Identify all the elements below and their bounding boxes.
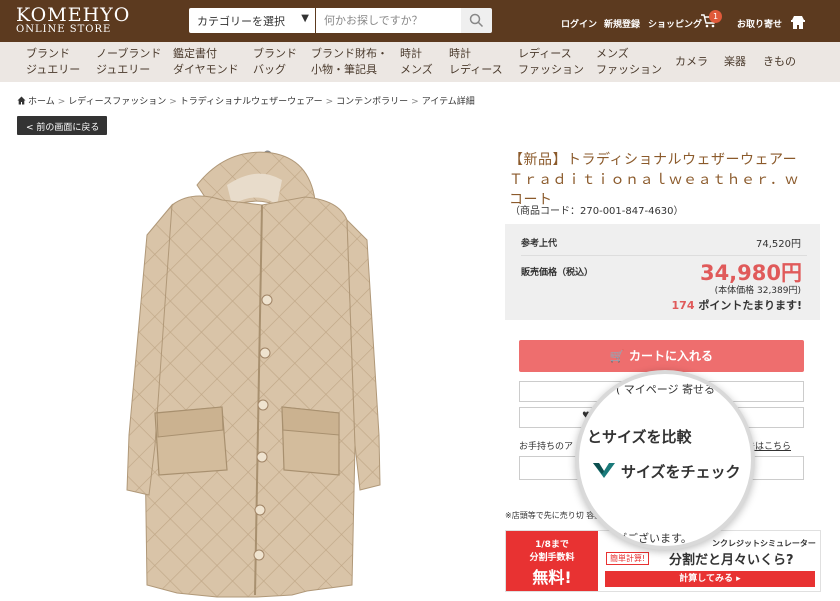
dropdown-arrow-icon: ▼ (301, 13, 309, 24)
breadcrumb-ladies-fashion[interactable]: レディースファッション (68, 97, 166, 107)
divider (521, 255, 807, 256)
nav-ladies-fashion[interactable]: レディース ファッション (518, 46, 584, 78)
home-icon (17, 96, 26, 105)
nav-brand-bag[interactable]: ブランド バッグ (253, 46, 297, 78)
banner-date: 1/8まで (535, 540, 569, 550)
cart-button-label: カートに入れる (629, 349, 714, 363)
points-info: 174 ポイントたまります! (672, 297, 802, 313)
cart-count-badge: 1 (709, 10, 722, 23)
banner-free: 無料! (532, 568, 572, 587)
sale-price-label: 販売価格（税込） (521, 268, 594, 278)
size-check-logo-icon (593, 463, 615, 478)
cart-button-icon: 🛒 (609, 349, 630, 363)
nav-camera[interactable]: カメラ (675, 54, 708, 70)
coat-illustration (126, 150, 381, 598)
breadcrumb-contemporary[interactable]: コンテンポラリー (336, 97, 408, 107)
nav-wallet-accessories[interactable]: ブランド財布・ 小物・筆記具 (311, 46, 388, 78)
points-number: 174 (671, 299, 695, 312)
shopping-link[interactable]: ショッピング (648, 17, 702, 30)
nav-brand-jewelry[interactable]: ブランド ジュエリー (26, 46, 80, 78)
breadcrumb-separator: > (169, 97, 177, 107)
store-pickup-link[interactable]: お取り寄せ (737, 17, 782, 30)
size-check-button[interactable]: サイズをチェック (621, 461, 741, 482)
banner-simulator-label: ンクレジットシミュレーター (712, 539, 816, 548)
product-title: 【新品】トラディショナルウェザーウェアー Ｔｒａｄｉｔｉｏｎａｌｗｅａｔｈｅｒ．… (509, 152, 814, 208)
breadcrumb-separator: > (57, 97, 66, 107)
owned-item-label: お手持ちのア (519, 442, 574, 452)
banner-fee: 分割手数料 (529, 553, 575, 563)
nav-diamond[interactable]: 鑑定書付 ダイヤモンド (173, 46, 239, 78)
nav-watch-mens[interactable]: 時計 メンズ (400, 46, 433, 78)
nav-watch-ladies[interactable]: 時計 レディース (449, 46, 503, 78)
magnified-favorite-text: こ の ( マイページ 寄せる (587, 383, 716, 396)
komehyo-logo[interactable]: KOMEHYO ONLINE STORE (16, 6, 130, 36)
add-to-cart-button[interactable]: 🛒 カートに入れる (519, 340, 804, 372)
banner-promo: 1/8まで 分割手数料 無料! (506, 531, 598, 591)
nav-instrument[interactable]: 楽器 (724, 54, 746, 70)
magnified-compare-text: とサイズを比較 (587, 428, 692, 446)
breadcrumb-item-detail: アイテム詳細 (421, 97, 475, 107)
product-code: （商品コード：270-001-847-4630） (510, 206, 684, 217)
nav-nobrand-jewelry[interactable]: ノーブランド ジュエリー (96, 46, 161, 78)
product-image[interactable] (77, 145, 422, 601)
register-link[interactable]: 新規登録 (604, 17, 640, 30)
price-box: 参考上代 74,520円 販売価格（税込） 34,980円 (本体価格 32,3… (505, 224, 820, 320)
breadcrumb-separator: > (411, 97, 419, 107)
category-select-label: カテゴリーを選択 (197, 15, 285, 28)
logo-text: KOMEHYO (16, 4, 131, 26)
back-button[interactable]: < 前の画面に戻る (17, 116, 107, 135)
ref-price: 74,520円 (756, 239, 801, 250)
calculate-button[interactable]: 計算してみる ▸ (605, 571, 815, 587)
store-icon[interactable] (790, 14, 806, 30)
banner-tag: 簡単計算! (606, 552, 650, 565)
top-header: KOMEHYO ONLINE STORE カテゴリーを選択 ▼ ログイン 新規登… (0, 0, 840, 42)
nav-kimono[interactable]: きもの (763, 54, 796, 70)
magnified-note-text: 合がございます。 (605, 532, 692, 545)
search-button[interactable] (461, 8, 492, 33)
category-nav: ブランド ジュエリー ノーブランド ジュエリー 鑑定書付 ダイヤモンド ブランド バッグ… (0, 42, 840, 82)
login-link[interactable]: ログイン (561, 17, 597, 30)
breadcrumb-separator: > (325, 97, 334, 107)
search-icon (469, 13, 484, 28)
breadcrumb: ホーム > レディースファッション > トラディショナルウェザーウェアー > コンテンポラリ… (17, 94, 475, 107)
points-text: ポイントたまります! (694, 299, 802, 312)
nav-mens-fashion[interactable]: メンズ ファッション (596, 46, 662, 78)
calculate-button-label: 計算してみる (679, 574, 734, 584)
breadcrumb-home[interactable]: ホーム (28, 97, 55, 107)
breadcrumb-brand[interactable]: トラディショナルウェザーウェアー (180, 97, 323, 107)
banner-question: 分割だと月々いくら? (669, 553, 794, 568)
ref-price-label: 参考上代 (521, 239, 558, 249)
magnifier-lens: こ の ( マイページ 寄せる とサイズを比較 サイズをチェック 合がございます… (575, 370, 755, 550)
tax-excluded-price: (本体価格 32,389円) (714, 286, 801, 296)
category-select[interactable]: カテゴリーを選択 ▼ (189, 8, 315, 33)
search-input[interactable] (316, 8, 461, 33)
